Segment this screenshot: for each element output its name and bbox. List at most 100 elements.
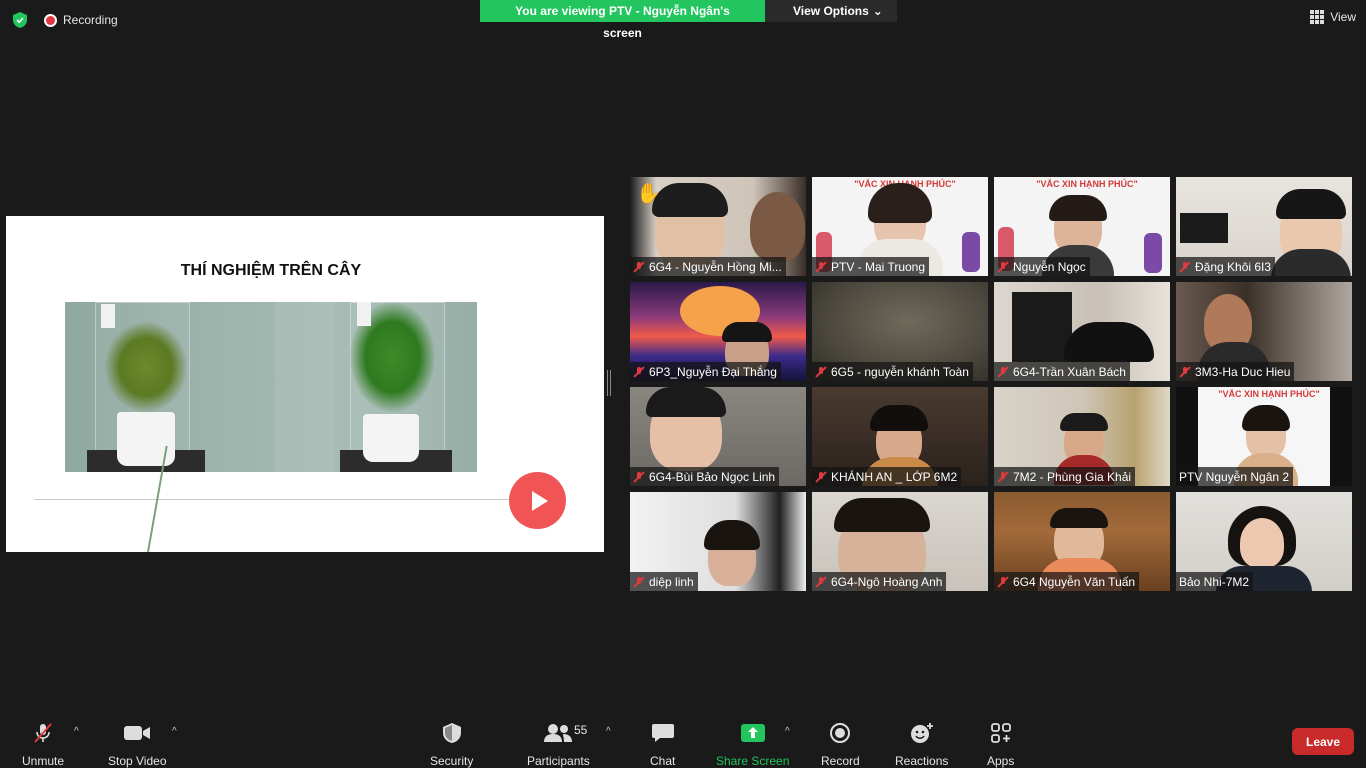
participant-name: 6P3_Nguyễn Đại Thắng (649, 364, 777, 379)
participant-name: diệp linh (649, 574, 694, 589)
muted-mic-icon (633, 576, 645, 588)
grid-view-icon (1310, 10, 1325, 24)
participant-gallery: ✋ 6G4 - Nguyễn Hồng Mi... "VẮC XIN HẠNH … (630, 177, 1352, 591)
chevron-down-icon: ⌄ (872, 4, 883, 18)
banner-text: "VẮC XIN HẠNH PHÚC" (1218, 389, 1320, 399)
participant-name: PTV Nguyễn Ngân 2 (1179, 469, 1290, 484)
shield-icon (442, 720, 462, 746)
plant-experiment-photo (65, 302, 477, 472)
muted-mic-icon (1179, 366, 1191, 378)
unmute-label: Unmute (22, 754, 65, 768)
view-label: View (1330, 10, 1356, 24)
view-button[interactable]: View (1310, 10, 1356, 24)
muted-mic-icon (815, 471, 827, 483)
participant-name: 7M2 - Phùng Gia Khải (1013, 469, 1132, 484)
raised-hand-icon: ✋ (636, 183, 661, 205)
participants-options-caret[interactable]: ^ (606, 726, 611, 737)
share-screen-label: Share Screen (716, 754, 790, 768)
recording-indicator[interactable]: Recording (44, 13, 118, 27)
muted-mic-icon (997, 366, 1009, 378)
apps-button[interactable]: Apps (987, 720, 1014, 768)
participant-tile[interactable]: KHÁNH AN _ LỚP 6M2 (812, 387, 988, 486)
participant-tile[interactable]: 6G4-Bùi Bảo Ngọc Linh (630, 387, 806, 486)
record-button[interactable]: Record (821, 720, 860, 768)
leave-button[interactable]: Leave (1292, 728, 1354, 755)
participant-tile[interactable]: ✋ 6G4 - Nguyễn Hồng Mi... (630, 177, 806, 276)
muted-mic-icon (815, 261, 827, 273)
reactions-label: Reactions (895, 754, 949, 768)
participant-name: 6G5 - nguyễn khánh Toàn (831, 364, 969, 379)
apps-label: Apps (987, 754, 1015, 768)
participant-tile[interactable]: 6G5 - nguyễn khánh Toàn (812, 282, 988, 381)
participants-count: 55 (574, 723, 588, 737)
microphone-muted-icon (31, 720, 55, 746)
muted-mic-icon (1179, 261, 1191, 273)
participant-tile[interactable]: 7M2 - Phùng Gia Khải (994, 387, 1170, 486)
video-options-caret[interactable]: ^ (172, 726, 177, 737)
chat-button[interactable]: Chat (650, 720, 675, 768)
share-screen-button[interactable]: Share Screen (716, 720, 789, 768)
muted-mic-icon (815, 366, 827, 378)
record-label: Record (821, 754, 860, 768)
participant-name: 6G4-Trần Xuân Bách (1013, 364, 1126, 379)
slide-title: THÍ NGHIỆM TRÊN CÂY (180, 262, 362, 279)
audio-options-caret[interactable]: ^ (74, 726, 79, 737)
muted-mic-icon (633, 471, 645, 483)
stop-video-label: Stop Video (108, 754, 167, 768)
participant-name: KHÁNH AN _ LỚP 6M2 (831, 469, 958, 484)
participant-tile[interactable]: "VẮC XIN HẠNH PHÚC" PTV Nguyễn Ngân 2 (1176, 387, 1352, 486)
record-icon (829, 720, 851, 746)
muted-mic-icon (633, 261, 645, 273)
participant-name: Nguyễn Ngọc (1013, 259, 1086, 274)
smiley-plus-icon (909, 720, 935, 746)
share-options-caret[interactable]: ^ (785, 726, 790, 737)
participant-name: Bảo Nhi-7M2 (1179, 574, 1250, 589)
meeting-toolbar: Unmute ^ Stop Video ^ Security Participa… (0, 712, 1366, 768)
apps-icon (990, 720, 1012, 746)
participant-tile[interactable]: 6G4-Ngô Hoàng Anh (812, 492, 988, 591)
participant-tile[interactable]: "VẮC XIN HẠNH PHÚC" PTV - Mai Truong (812, 177, 988, 276)
banner-text: "VẮC XIN HẠNH PHÚC" (1036, 179, 1138, 189)
stop-video-button[interactable]: Stop Video (108, 720, 167, 768)
screen-share-banner: You are viewing PTV - Nguyễn Ngân's scre… (480, 0, 897, 40)
muted-mic-icon (815, 576, 827, 588)
slide-progress-line (34, 499, 514, 500)
participant-tile[interactable]: "VẮC XIN HẠNH PHÚC" Nguyễn Ngọc (994, 177, 1170, 276)
participant-name: PTV - Mai Truong (831, 259, 926, 274)
meeting-status: Recording (10, 10, 118, 30)
participant-tile[interactable]: 3M3-Ha Duc Hieu (1176, 282, 1352, 381)
viewing-banner-text: You are viewing PTV - Nguyễn Ngân's scre… (480, 0, 765, 40)
share-screen-icon (740, 720, 766, 746)
recording-icon (44, 13, 57, 27)
participant-tile[interactable]: 6G4 Nguyễn Văn Tuấn (994, 492, 1170, 591)
participant-name: 6G4-Ngô Hoàng Anh (831, 574, 943, 589)
video-camera-icon (123, 720, 151, 746)
recording-label: Recording (63, 13, 118, 27)
participants-label: Participants (527, 754, 590, 768)
muted-mic-icon (997, 576, 1009, 588)
muted-mic-icon (633, 366, 645, 378)
reactions-button[interactable]: Reactions (895, 720, 948, 768)
security-label: Security (430, 754, 474, 768)
muted-mic-icon (997, 471, 1009, 483)
play-button[interactable] (509, 472, 566, 529)
participant-tile[interactable]: diệp linh (630, 492, 806, 591)
unmute-button[interactable]: Unmute (22, 720, 64, 768)
participant-name: 6G4-Bùi Bảo Ngọc Linh (649, 469, 776, 484)
participant-tile[interactable]: 6G4-Trần Xuân Bách (994, 282, 1170, 381)
view-options-button[interactable]: View Options ⌄ (765, 0, 897, 22)
chat-icon (651, 720, 675, 746)
security-button[interactable]: Security (430, 720, 473, 768)
participant-tile[interactable]: Đặng Khôi 6I3 (1176, 177, 1352, 276)
participant-tile[interactable]: Bảo Nhi-7M2 (1176, 492, 1352, 591)
participants-icon (543, 720, 573, 746)
participant-name: 6G4 - Nguyễn Hồng Mi... (649, 259, 782, 274)
shared-screen: THÍ NGHIỆM TRÊN CÂY (6, 216, 604, 552)
muted-mic-icon (997, 261, 1009, 273)
shield-icon[interactable] (10, 10, 30, 30)
chat-label: Chat (650, 754, 676, 768)
participant-name: 6G4 Nguyễn Văn Tuấn (1013, 574, 1136, 589)
participant-name: Đặng Khôi 6I3 (1195, 259, 1272, 274)
participant-tile[interactable]: 6P3_Nguyễn Đại Thắng (630, 282, 806, 381)
resize-handle[interactable] (607, 370, 611, 396)
